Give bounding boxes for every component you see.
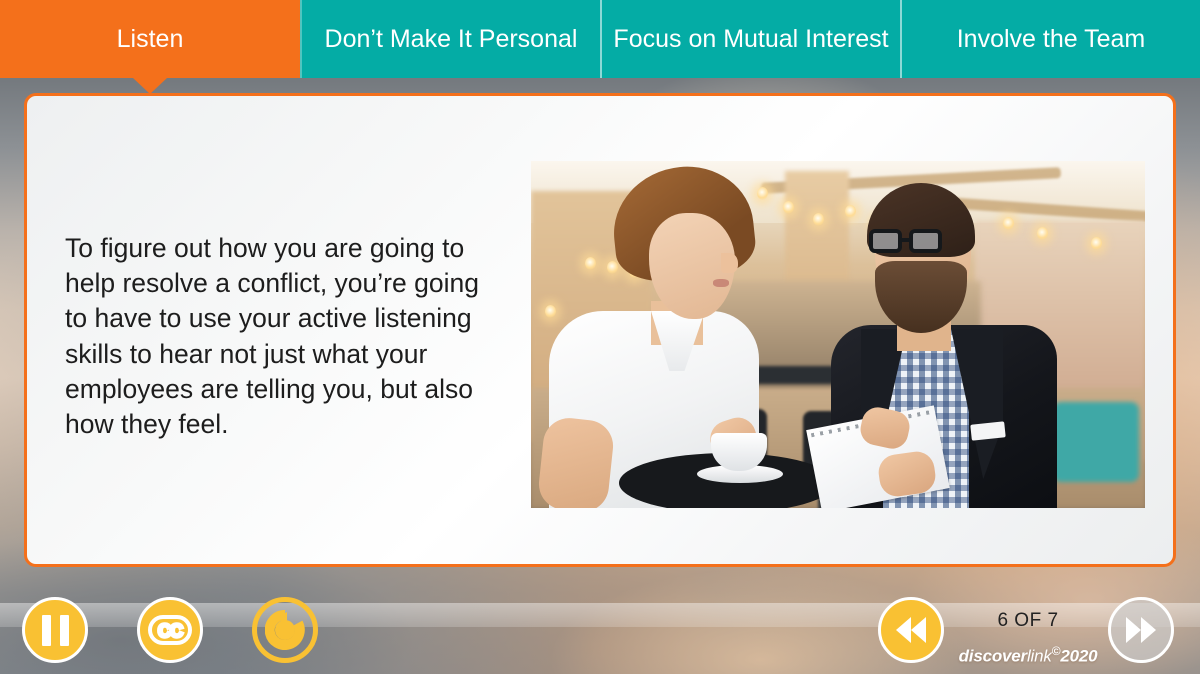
photo-string-light [1091,237,1102,250]
photo-woman-nose [721,253,738,273]
photo-man-glasses [869,229,947,255]
tab-involve-the-team-label: Involve the Team [956,25,1146,53]
photo-string-light [585,257,596,270]
active-tab-pointer-icon [133,78,167,94]
tab-involve-the-team[interactable]: Involve the Team [900,0,1200,78]
photo-string-light [845,205,856,218]
photo-string-light [607,261,618,274]
copyright-year: 2020 [1060,646,1098,666]
slide-photo [531,161,1145,508]
pause-icon [41,614,69,646]
tab-focus-on-mutual-interest[interactable]: Focus on Mutual Interest [600,0,900,78]
cc-icon: CC [148,615,192,645]
tab-dont-make-it-personal-label: Don’t Make It Personal [324,25,578,53]
photo-string-light [1037,227,1048,240]
tab-listen-label: Listen [116,25,184,53]
slide-content-card: To figure out how you are going to help … [24,93,1176,567]
pause-button[interactable]: Pause [22,597,88,663]
fast-forward-icon [1126,617,1156,643]
brand-watermark: discoverlink©2020 [938,644,1118,667]
slide-body-text: To figure out how you are going to help … [65,233,479,440]
brand-name-light: link [1026,646,1052,666]
topic-tab-bar: Listen Don’t Make It Personal Focus on M… [0,0,1200,94]
page-counter: 6 OF 7 [997,610,1059,631]
rewind-icon [896,617,926,643]
svg-text:CC: CC [158,621,183,641]
replay-icon [265,610,305,650]
brand-name-bold: discover [958,646,1028,666]
closed-captions-button[interactable]: CC CC [137,597,203,663]
tab-focus-on-mutual-interest-label: Focus on Mutual Interest [613,25,889,53]
photo-woman-lips [713,279,729,287]
photo-teal-booth [1053,402,1139,482]
photo-string-light [1003,217,1014,230]
replay-button[interactable]: Replay [252,597,318,663]
tab-listen[interactable]: Listen [0,0,300,94]
photo-string-light [757,187,768,200]
previous-button[interactable]: Previous [878,597,944,663]
slide-player: Listen Don’t Make It Personal Focus on M… [0,0,1200,674]
photo-woman-arm [536,415,616,508]
photo-string-light [783,201,794,214]
photo-string-light [813,213,824,226]
tab-dont-make-it-personal[interactable]: Don’t Make It Personal [300,0,600,78]
photo-string-light [545,305,556,318]
